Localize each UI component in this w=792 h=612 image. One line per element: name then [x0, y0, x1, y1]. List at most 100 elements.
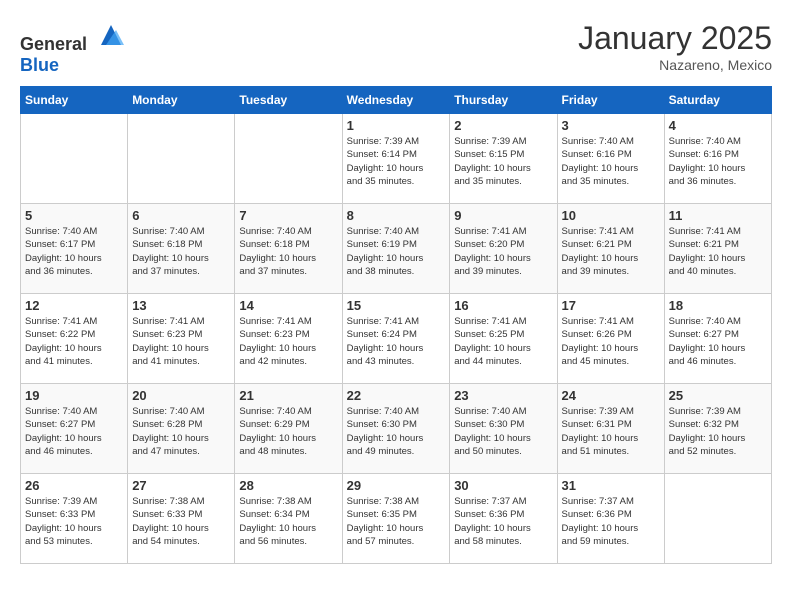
day-number: 20	[132, 388, 230, 403]
location: Nazareno, Mexico	[578, 57, 772, 73]
day-number: 7	[239, 208, 337, 223]
day-info: Sunrise: 7:39 AM Sunset: 6:14 PM Dayligh…	[347, 135, 446, 188]
day-info: Sunrise: 7:41 AM Sunset: 6:25 PM Dayligh…	[454, 315, 552, 368]
day-number: 15	[347, 298, 446, 313]
calendar-week-row: 1 Sunrise: 7:39 AM Sunset: 6:14 PM Daylig…	[21, 114, 772, 204]
day-info: Sunrise: 7:40 AM Sunset: 6:17 PM Dayligh…	[25, 225, 123, 278]
day-info: Sunrise: 7:41 AM Sunset: 6:20 PM Dayligh…	[454, 225, 552, 278]
day-number: 29	[347, 478, 446, 493]
day-number: 31	[562, 478, 660, 493]
day-info: Sunrise: 7:41 AM Sunset: 6:26 PM Dayligh…	[562, 315, 660, 368]
calendar-cell: 28 Sunrise: 7:38 AM Sunset: 6:34 PM Dayli…	[235, 474, 342, 564]
day-number: 30	[454, 478, 552, 493]
calendar-cell: 16 Sunrise: 7:41 AM Sunset: 6:25 PM Dayli…	[450, 294, 557, 384]
day-number: 2	[454, 118, 552, 133]
calendar-cell: 15 Sunrise: 7:41 AM Sunset: 6:24 PM Dayli…	[342, 294, 450, 384]
calendar-cell	[128, 114, 235, 204]
day-info: Sunrise: 7:41 AM Sunset: 6:23 PM Dayligh…	[132, 315, 230, 368]
day-info: Sunrise: 7:38 AM Sunset: 6:35 PM Dayligh…	[347, 495, 446, 548]
weekday-header: Sunday	[21, 87, 128, 114]
calendar-week-row: 5 Sunrise: 7:40 AM Sunset: 6:17 PM Daylig…	[21, 204, 772, 294]
calendar-cell: 17Sunrise: 7:41 AM Sunset: 6:26 PM Dayli…	[557, 294, 664, 384]
day-info: Sunrise: 7:41 AM Sunset: 6:21 PM Dayligh…	[562, 225, 660, 278]
day-info: Sunrise: 7:39 AM Sunset: 6:33 PM Dayligh…	[25, 495, 123, 548]
calendar-table: SundayMondayTuesdayWednesdayThursdayFrid…	[20, 86, 772, 564]
calendar-cell: 12 Sunrise: 7:41 AM Sunset: 6:22 PM Dayli…	[21, 294, 128, 384]
day-info: Sunrise: 7:41 AM Sunset: 6:22 PM Dayligh…	[25, 315, 123, 368]
calendar-cell: 29 Sunrise: 7:38 AM Sunset: 6:35 PM Dayli…	[342, 474, 450, 564]
weekday-header: Saturday	[664, 87, 771, 114]
calendar-cell: 24Sunrise: 7:39 AM Sunset: 6:31 PM Dayli…	[557, 384, 664, 474]
day-number: 4	[669, 118, 767, 133]
day-number: 11	[669, 208, 767, 223]
day-info: Sunrise: 7:38 AM Sunset: 6:33 PM Dayligh…	[132, 495, 230, 548]
calendar-cell: 4 Sunrise: 7:40 AM Sunset: 6:16 PM Daylig…	[664, 114, 771, 204]
day-info: Sunrise: 7:40 AM Sunset: 6:27 PM Dayligh…	[669, 315, 767, 368]
day-number: 14	[239, 298, 337, 313]
day-info: Sunrise: 7:40 AM Sunset: 6:27 PM Dayligh…	[25, 405, 123, 458]
calendar-cell: 25 Sunrise: 7:39 AM Sunset: 6:32 PM Dayli…	[664, 384, 771, 474]
day-info: Sunrise: 7:39 AM Sunset: 6:32 PM Dayligh…	[669, 405, 767, 458]
calendar-week-row: 12 Sunrise: 7:41 AM Sunset: 6:22 PM Dayli…	[21, 294, 772, 384]
day-number: 6	[132, 208, 230, 223]
day-number: 18	[669, 298, 767, 313]
calendar-week-row: 26 Sunrise: 7:39 AM Sunset: 6:33 PM Dayli…	[21, 474, 772, 564]
calendar-cell: 6 Sunrise: 7:40 AM Sunset: 6:18 PM Daylig…	[128, 204, 235, 294]
logo-icon	[96, 20, 126, 50]
day-number: 16	[454, 298, 552, 313]
calendar-cell: 8Sunrise: 7:40 AM Sunset: 6:19 PM Daylig…	[342, 204, 450, 294]
day-info: Sunrise: 7:41 AM Sunset: 6:23 PM Dayligh…	[239, 315, 337, 368]
day-number: 22	[347, 388, 446, 403]
calendar-cell: 11 Sunrise: 7:41 AM Sunset: 6:21 PM Dayli…	[664, 204, 771, 294]
day-number: 3	[562, 118, 660, 133]
day-number: 26	[25, 478, 123, 493]
day-number: 27	[132, 478, 230, 493]
day-info: Sunrise: 7:40 AM Sunset: 6:18 PM Dayligh…	[239, 225, 337, 278]
weekday-header: Friday	[557, 87, 664, 114]
day-info: Sunrise: 7:40 AM Sunset: 6:30 PM Dayligh…	[347, 405, 446, 458]
day-info: Sunrise: 7:40 AM Sunset: 6:18 PM Dayligh…	[132, 225, 230, 278]
calendar-cell: 27 Sunrise: 7:38 AM Sunset: 6:33 PM Dayli…	[128, 474, 235, 564]
day-info: Sunrise: 7:40 AM Sunset: 6:29 PM Dayligh…	[239, 405, 337, 458]
calendar-cell: 26 Sunrise: 7:39 AM Sunset: 6:33 PM Dayli…	[21, 474, 128, 564]
day-number: 13	[132, 298, 230, 313]
day-number: 10	[562, 208, 660, 223]
logo-general: General	[20, 34, 87, 54]
day-info: Sunrise: 7:40 AM Sunset: 6:30 PM Dayligh…	[454, 405, 552, 458]
calendar-cell: 19 Sunrise: 7:40 AM Sunset: 6:27 PM Dayli…	[21, 384, 128, 474]
day-number: 8	[347, 208, 446, 223]
day-info: Sunrise: 7:40 AM Sunset: 6:16 PM Dayligh…	[669, 135, 767, 188]
logo-text: General Blue	[20, 20, 126, 76]
calendar-cell: 3Sunrise: 7:40 AM Sunset: 6:16 PM Daylig…	[557, 114, 664, 204]
calendar-cell: 5 Sunrise: 7:40 AM Sunset: 6:17 PM Daylig…	[21, 204, 128, 294]
day-number: 1	[347, 118, 446, 133]
calendar-cell: 10 Sunrise: 7:41 AM Sunset: 6:21 PM Dayli…	[557, 204, 664, 294]
day-info: Sunrise: 7:37 AM Sunset: 6:36 PM Dayligh…	[562, 495, 660, 548]
day-number: 12	[25, 298, 123, 313]
calendar-cell: 22 Sunrise: 7:40 AM Sunset: 6:30 PM Dayli…	[342, 384, 450, 474]
day-info: Sunrise: 7:41 AM Sunset: 6:24 PM Dayligh…	[347, 315, 446, 368]
calendar-week-row: 19 Sunrise: 7:40 AM Sunset: 6:27 PM Dayli…	[21, 384, 772, 474]
calendar-header-row: SundayMondayTuesdayWednesdayThursdayFrid…	[21, 87, 772, 114]
calendar-cell: 21Sunrise: 7:40 AM Sunset: 6:29 PM Dayli…	[235, 384, 342, 474]
day-number: 5	[25, 208, 123, 223]
calendar-cell: 18 Sunrise: 7:40 AM Sunset: 6:27 PM Dayli…	[664, 294, 771, 384]
day-number: 19	[25, 388, 123, 403]
calendar-cell: 20Sunrise: 7:40 AM Sunset: 6:28 PM Dayli…	[128, 384, 235, 474]
calendar-cell: 7 Sunrise: 7:40 AM Sunset: 6:18 PM Daylig…	[235, 204, 342, 294]
day-number: 25	[669, 388, 767, 403]
day-info: Sunrise: 7:38 AM Sunset: 6:34 PM Dayligh…	[239, 495, 337, 548]
weekday-header: Tuesday	[235, 87, 342, 114]
calendar-cell: 13 Sunrise: 7:41 AM Sunset: 6:23 PM Dayli…	[128, 294, 235, 384]
day-info: Sunrise: 7:39 AM Sunset: 6:31 PM Dayligh…	[562, 405, 660, 458]
day-info: Sunrise: 7:41 AM Sunset: 6:21 PM Dayligh…	[669, 225, 767, 278]
logo: General Blue	[20, 20, 126, 76]
calendar-cell: 1 Sunrise: 7:39 AM Sunset: 6:14 PM Daylig…	[342, 114, 450, 204]
day-number: 28	[239, 478, 337, 493]
calendar-cell	[235, 114, 342, 204]
calendar-cell	[664, 474, 771, 564]
day-number: 9	[454, 208, 552, 223]
month-title: January 2025	[578, 20, 772, 57]
day-number: 23	[454, 388, 552, 403]
calendar-cell: 30Sunrise: 7:37 AM Sunset: 6:36 PM Dayli…	[450, 474, 557, 564]
